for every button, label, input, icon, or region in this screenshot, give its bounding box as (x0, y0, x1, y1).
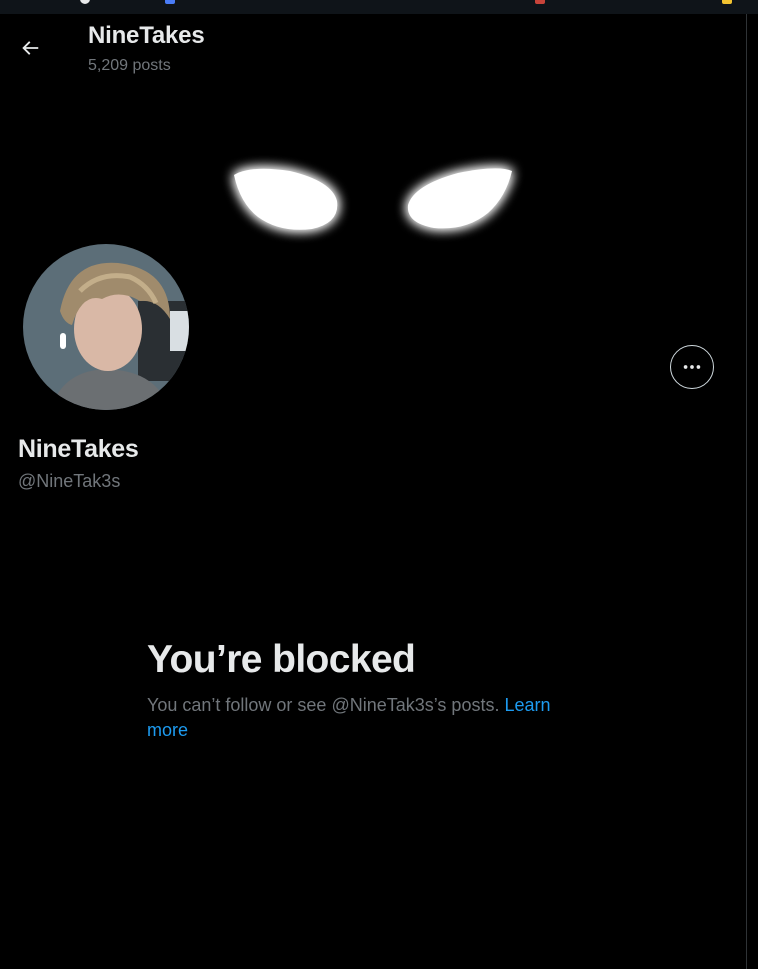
post-count: 5,209 posts (88, 57, 171, 74)
profile-avatar[interactable] (20, 241, 192, 413)
avatar-image (20, 241, 192, 413)
profile-display-name: NineTakes (18, 435, 139, 463)
profile-page: NineTakes 5,209 posts NineTakes @NineTak… (0, 0, 758, 969)
browser-toolbar-strip (0, 0, 758, 14)
browser-tab-icon (535, 0, 545, 4)
browser-tab-icon (80, 0, 90, 4)
profile-handle: @NineTak3s (18, 471, 121, 491)
browser-tab-icon (165, 0, 175, 4)
more-options-button[interactable] (670, 345, 714, 389)
back-button[interactable] (10, 28, 50, 68)
browser-tab-icon (722, 0, 732, 4)
column-divider (746, 14, 747, 969)
header-title: NineTakes (88, 22, 205, 49)
arrow-left-icon (22, 41, 39, 55)
blocked-message-block: You can’t follow or see @NineTak3s’s pos… (147, 693, 587, 743)
blocked-title: You’re blocked (147, 638, 416, 681)
blocked-message: You can’t follow or see @NineTak3s’s pos… (147, 695, 500, 715)
more-horizontal-icon (683, 365, 701, 369)
